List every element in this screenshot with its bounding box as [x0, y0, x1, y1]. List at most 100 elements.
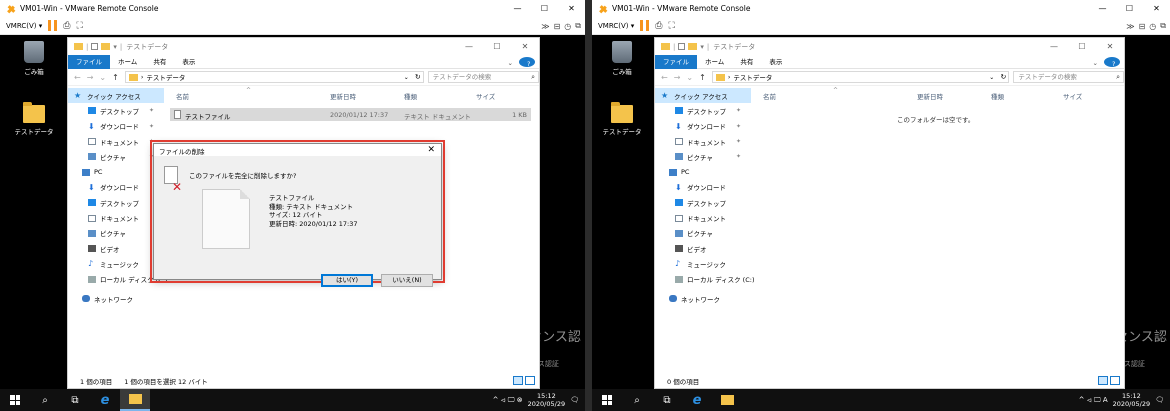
search-input[interactable]: テストデータの検索 ⌕	[427, 71, 539, 83]
help-icon[interactable]: ?	[1104, 57, 1120, 68]
desktop-icon-recycle-bin[interactable]: ごみ箱	[602, 41, 642, 76]
nav-item-pc-pictures[interactable]: ピクチャ	[68, 226, 164, 241]
nav-item-pc-documents[interactable]: ドキュメント	[655, 210, 751, 225]
expand-icon[interactable]: ≫	[541, 22, 549, 31]
address-input[interactable]: › テストデータ ⌄ ↻	[711, 71, 1010, 83]
forward-icon[interactable]: →	[674, 73, 681, 82]
clock[interactable]: 15:12 2020/05/29	[528, 392, 565, 408]
no-button[interactable]: いいえ(N)	[381, 274, 433, 287]
column-type[interactable]: 種類	[404, 91, 417, 101]
start-button[interactable]	[0, 389, 30, 411]
fullscreen-icon[interactable]: ⛶	[668, 21, 674, 31]
customize-qat-icon[interactable]: ▾	[113, 43, 117, 51]
customize-qat-icon[interactable]: ▾	[700, 43, 704, 51]
column-name[interactable]: 名前	[763, 91, 776, 101]
clock[interactable]: 15:12 2020/05/29	[1113, 392, 1150, 408]
new-folder-icon[interactable]	[688, 43, 698, 50]
tab-home[interactable]: ホーム	[697, 55, 732, 69]
forward-icon[interactable]: →	[87, 73, 94, 82]
nav-item-desktop[interactable]: デスクトップ ✦	[68, 103, 164, 118]
desktop-icon-test-data[interactable]: テストデータ	[602, 102, 642, 136]
column-name[interactable]: 名前	[176, 91, 189, 101]
nav-item-pc-desktop[interactable]: デスクトップ	[68, 195, 164, 210]
tab-share[interactable]: 共有	[732, 55, 761, 69]
nav-item-pc-music[interactable]: ♪ ミュージック	[655, 256, 751, 271]
clock-icon[interactable]: ◷	[564, 22, 571, 31]
explorer-maximize-button[interactable]: ☐	[483, 38, 511, 55]
notification-icon[interactable]: 🗨	[570, 396, 579, 404]
nav-item-pc-pictures[interactable]: ピクチャ	[655, 226, 751, 241]
nav-item-downloads[interactable]: ⬇ ダウンロード ✦	[655, 119, 751, 134]
nav-network[interactable]: ネットワーク	[655, 291, 751, 306]
new-folder-icon[interactable]	[101, 43, 111, 50]
recent-locations-icon[interactable]: ⌄	[686, 73, 693, 82]
nav-item-documents[interactable]: ドキュメント ✦	[655, 134, 751, 149]
nav-item-pc-downloads[interactable]: ⬇ ダウンロード	[68, 180, 164, 195]
close-button[interactable]: ✕	[1143, 0, 1170, 17]
send-ctrl-alt-del-icon[interactable]: ⎙	[63, 21, 70, 31]
nav-item-desktop[interactable]: デスクトップ ✦	[655, 103, 751, 118]
task-view-icon[interactable]: ⧉	[652, 389, 682, 411]
send-ctrl-alt-del-icon[interactable]: ⎙	[655, 21, 662, 31]
chevron-down-icon[interactable]: ⌄	[404, 74, 409, 81]
nav-pc[interactable]: PC	[68, 164, 164, 179]
explorer-close-button[interactable]: ✕	[1096, 38, 1124, 55]
details-view-icon[interactable]	[513, 376, 523, 385]
tray-icons[interactable]: ^ ⏿ 🖵 ⊗	[493, 396, 523, 405]
column-modified[interactable]: 更新日時	[917, 91, 943, 101]
clock-icon[interactable]: ◷	[1149, 22, 1156, 31]
task-view-icon[interactable]: ⧉	[60, 389, 90, 411]
nav-item-local-disk[interactable]: ローカル ディスク (C:)	[655, 272, 754, 287]
nav-item-local-disk[interactable]: ローカル ディスク (C:)	[68, 272, 167, 287]
large-icons-view-icon[interactable]	[525, 376, 535, 385]
display-icon[interactable]: ⊟	[1139, 22, 1146, 31]
file-explorer-taskbar-icon[interactable]	[120, 389, 150, 411]
tab-file[interactable]: ファイル	[68, 54, 110, 69]
nav-item-pc-downloads[interactable]: ⬇ ダウンロード	[655, 180, 751, 195]
nav-quick-access[interactable]: ★ クイック アクセス	[655, 88, 751, 104]
details-view-icon[interactable]	[1098, 376, 1108, 385]
nav-item-pictures[interactable]: ピクチャ ✦	[68, 149, 164, 164]
help-icon[interactable]: ?	[519, 57, 535, 68]
column-type[interactable]: 種類	[991, 91, 1004, 101]
tray-icons[interactable]: ^ ⏿ 🖵 A	[1079, 396, 1108, 405]
nav-item-pc-documents[interactable]: ドキュメント	[68, 210, 164, 225]
search-icon[interactable]: ⌕	[622, 389, 652, 411]
minimize-button[interactable]: —	[1089, 0, 1116, 17]
vmrc-menu-button[interactable]: VMRC(V) ▾	[6, 22, 42, 30]
nav-item-pictures[interactable]: ピクチャ ✦	[655, 149, 751, 164]
explorer-minimize-button[interactable]: —	[1040, 38, 1068, 55]
chevron-down-icon[interactable]: ⌄	[989, 74, 994, 81]
pause-icon[interactable]	[640, 20, 650, 31]
desktop-icon-recycle-bin[interactable]: ごみ箱	[14, 41, 54, 76]
display-icon[interactable]: ⊟	[554, 22, 561, 31]
properties-icon[interactable]	[91, 43, 99, 50]
nav-item-documents[interactable]: ドキュメント ✦	[68, 134, 164, 149]
nav-pc[interactable]: PC	[655, 164, 751, 179]
edge-icon[interactable]: e	[90, 389, 120, 411]
window-icon[interactable]: ⧉	[575, 21, 581, 31]
pause-icon[interactable]	[48, 20, 58, 31]
large-icons-view-icon[interactable]	[1110, 376, 1120, 385]
explorer-minimize-button[interactable]: —	[455, 38, 483, 55]
back-icon[interactable]: ←	[661, 73, 668, 82]
properties-icon[interactable]	[678, 43, 686, 50]
window-icon[interactable]: ⧉	[1160, 21, 1166, 31]
nav-network[interactable]: ネットワーク	[68, 291, 164, 306]
file-explorer-taskbar-icon[interactable]	[712, 389, 742, 411]
notification-icon[interactable]: 🗨	[1155, 396, 1164, 404]
minimize-button[interactable]: —	[504, 0, 531, 17]
nav-item-pc-desktop[interactable]: デスクトップ	[655, 195, 751, 210]
nav-item-pc-videos[interactable]: ビデオ	[655, 241, 751, 256]
maximize-button[interactable]: ☐	[531, 0, 558, 17]
recent-locations-icon[interactable]: ⌄	[99, 73, 106, 82]
address-input[interactable]: › テストデータ ⌄ ↻	[124, 71, 424, 83]
vmrc-menu-button[interactable]: VMRC(V) ▾	[598, 22, 634, 30]
tab-file[interactable]: ファイル	[655, 54, 697, 69]
table-row[interactable]: テストファイル 2020/01/12 17:37 テキスト ドキュメント 1 K…	[170, 108, 531, 121]
search-icon[interactable]: ⌕	[30, 389, 60, 411]
refresh-icon[interactable]: ↻	[415, 73, 421, 81]
refresh-icon[interactable]: ↻	[1000, 73, 1006, 81]
start-button[interactable]	[592, 389, 622, 411]
nav-item-pc-videos[interactable]: ビデオ	[68, 241, 164, 256]
